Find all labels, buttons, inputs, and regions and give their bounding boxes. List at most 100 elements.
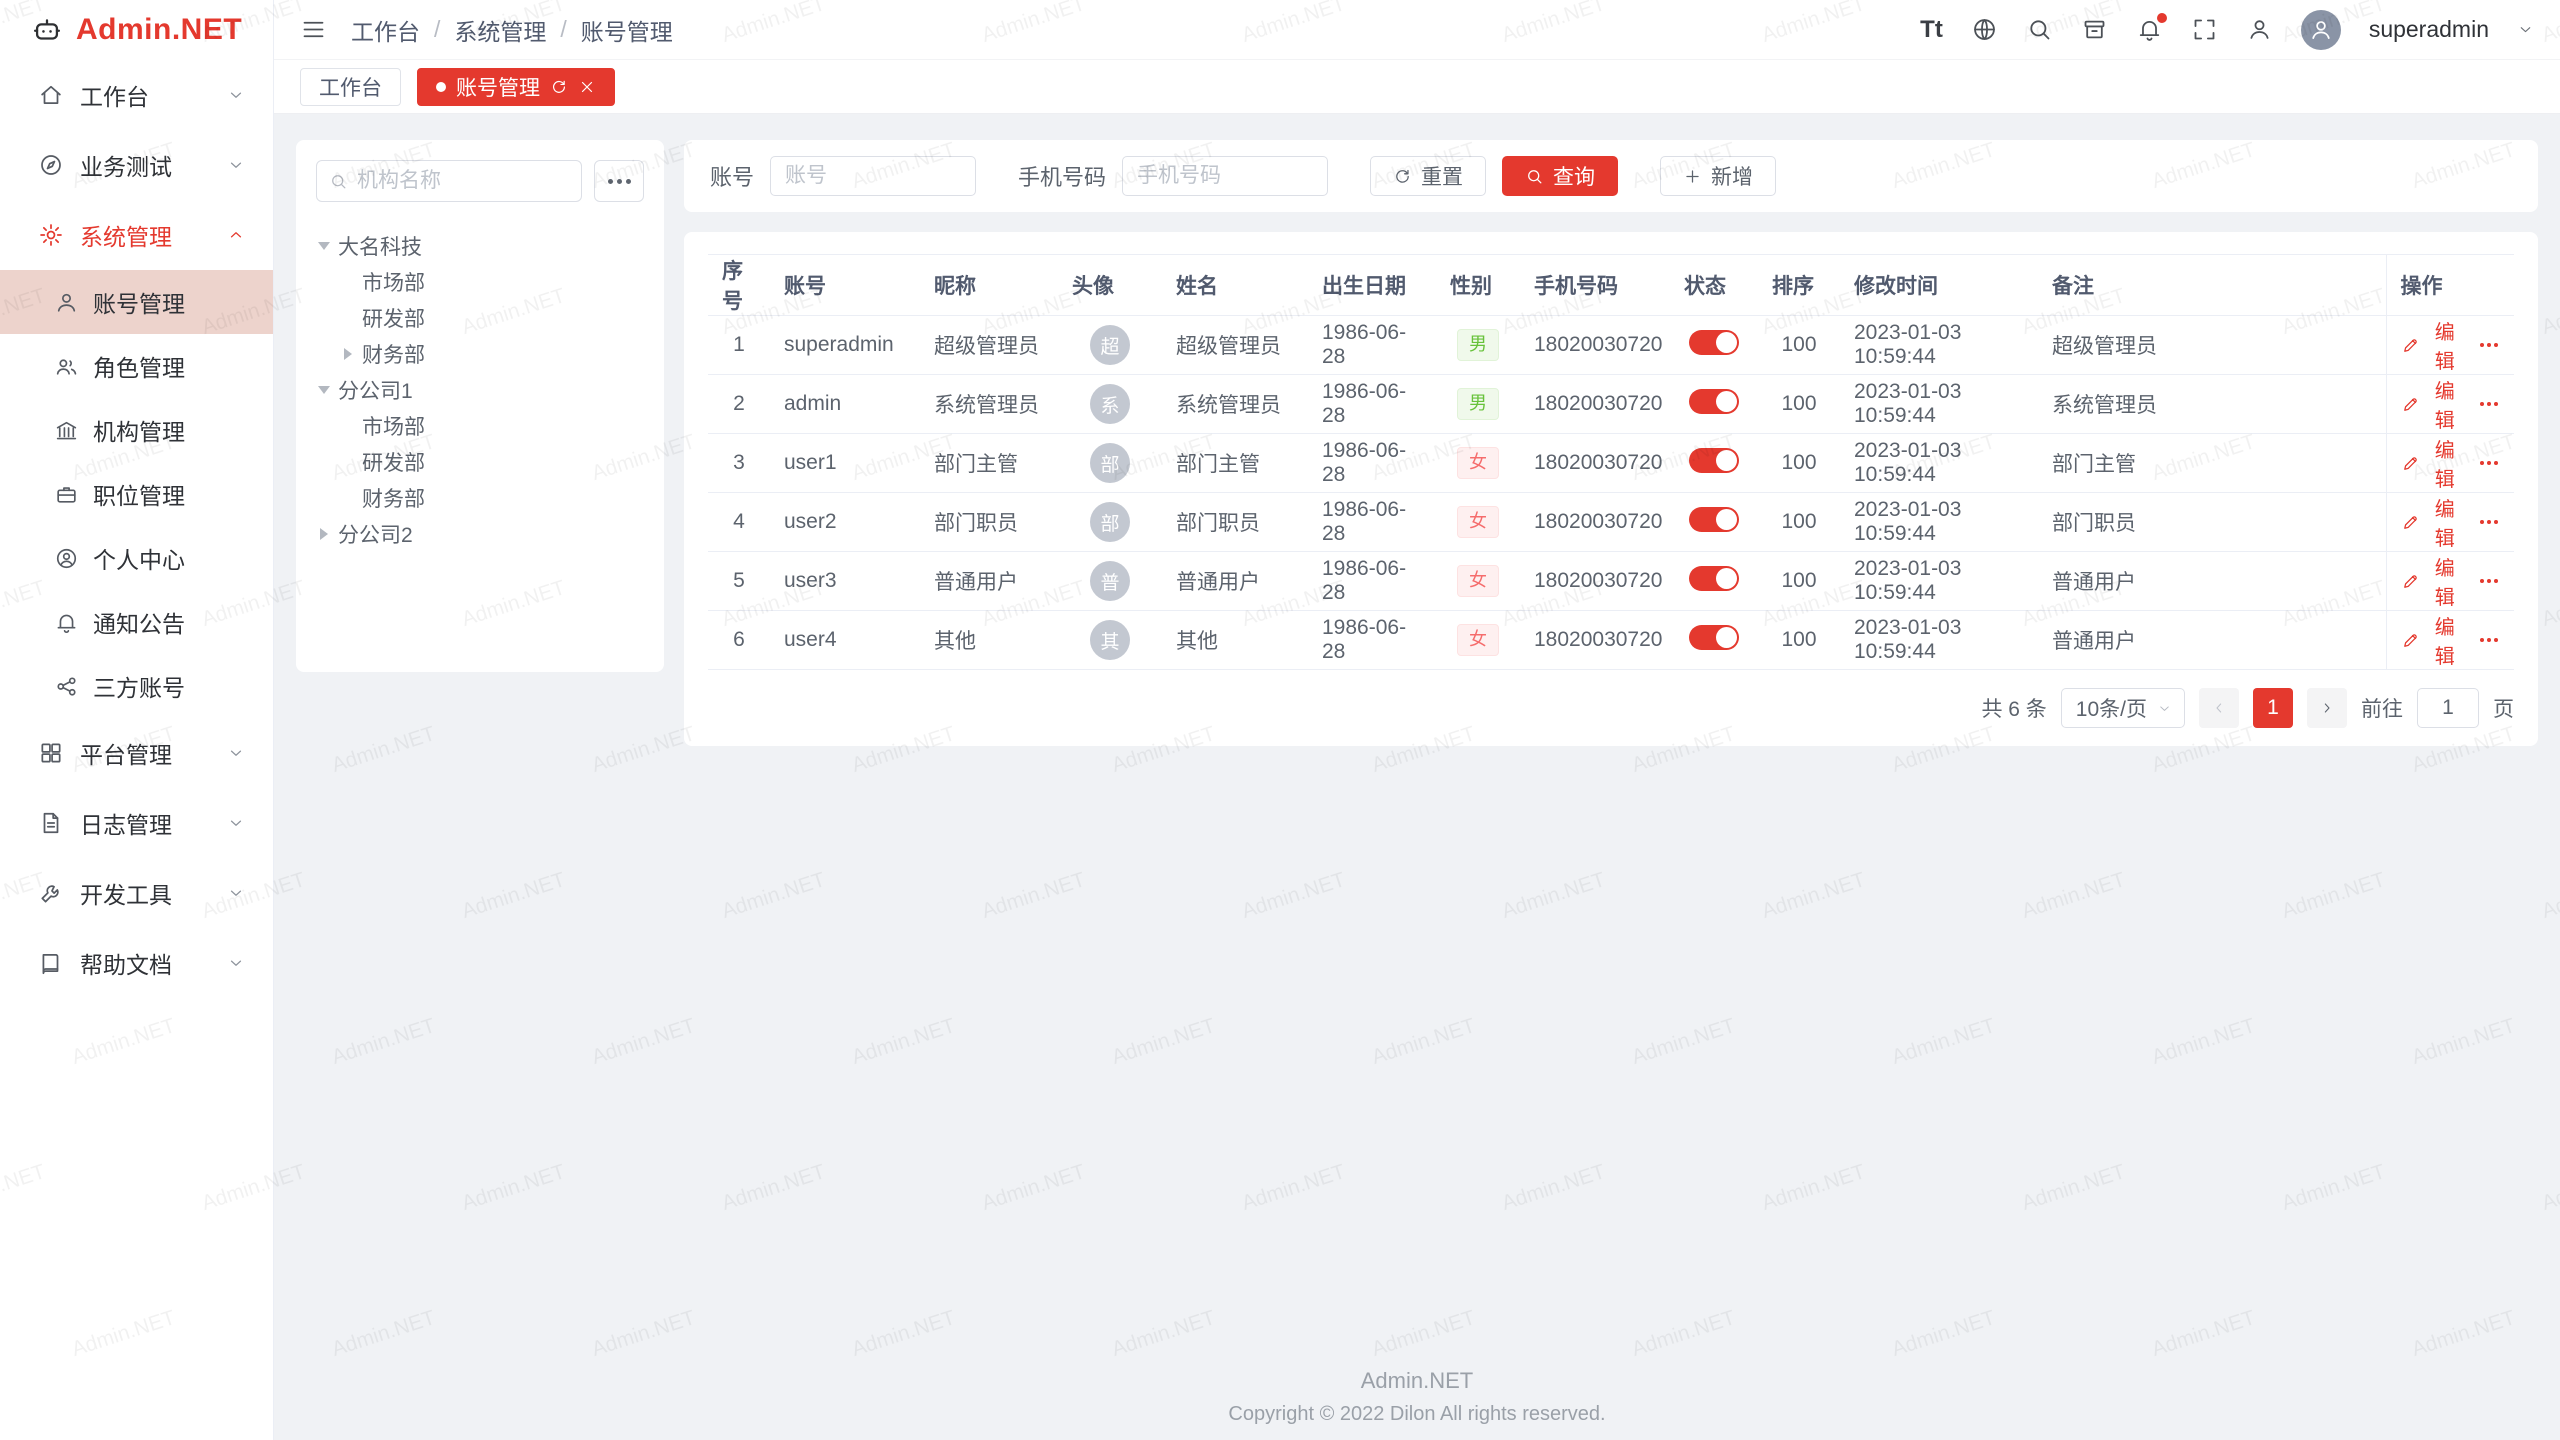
search-icon[interactable] [2026, 16, 2053, 43]
page-number-button[interactable]: 1 [2253, 688, 2293, 728]
sidebar-subitem-position-management[interactable]: 职位管理 [0, 462, 273, 526]
next-page-button[interactable] [2307, 688, 2347, 728]
cell-phone: 18020030720 [1520, 493, 1670, 552]
toggle-knob [1716, 509, 1737, 530]
tab-label: 账号管理 [456, 72, 540, 102]
status-toggle[interactable] [1689, 566, 1739, 591]
edit-button[interactable]: 编辑 [2401, 316, 2465, 374]
sidebar-item-workbench[interactable]: 工作台 [0, 60, 273, 130]
breadcrumb-item[interactable]: 工作台 [351, 13, 420, 47]
org-search-input[interactable] [357, 169, 569, 193]
tree-node[interactable]: 市场部 [316, 408, 644, 444]
refresh-icon[interactable] [550, 78, 568, 96]
more-actions-icon[interactable] [2478, 398, 2500, 410]
cell-avatar: 其 [1058, 611, 1162, 670]
cell-birth: 1986-06-28 [1308, 611, 1436, 670]
row-actions: 编辑 [2401, 611, 2501, 669]
sidebar-subitem-profile-center[interactable]: 个人中心 [0, 526, 273, 590]
tree-node[interactable]: 研发部 [316, 300, 644, 336]
cell-index: 4 [708, 493, 770, 552]
status-toggle[interactable] [1689, 507, 1739, 532]
tree-node-label: 分公司1 [338, 375, 413, 405]
row-actions: 编辑 [2401, 375, 2501, 433]
sidebar-item-platform-management[interactable]: 平台管理 [0, 718, 273, 788]
more-actions-icon[interactable] [2478, 634, 2500, 646]
chevron-down-icon [2157, 701, 2172, 716]
log-icon [38, 810, 64, 836]
reset-button[interactable]: 重置 [1370, 156, 1486, 196]
sidebar-subitem-org-management[interactable]: 机构管理 [0, 398, 273, 462]
status-toggle[interactable] [1689, 448, 1739, 473]
username[interactable]: superadmin [2369, 16, 2489, 43]
tree-node[interactable]: 分公司1 [316, 372, 644, 408]
sidebar-subitem-notice[interactable]: 通知公告 [0, 590, 273, 654]
tree-node[interactable]: 财务部 [316, 336, 644, 372]
more-actions-icon[interactable] [2478, 339, 2500, 351]
tree-node[interactable]: 分公司2 [316, 516, 644, 552]
breadcrumb-item[interactable]: 系统管理 [454, 13, 546, 47]
tab-workbench[interactable]: 工作台 [300, 68, 401, 106]
tree-caret-icon [344, 348, 352, 360]
search-icon [1525, 167, 1544, 186]
more-actions-icon[interactable] [2478, 457, 2500, 469]
sidebar-item-dev-tools[interactable]: 开发工具 [0, 858, 273, 928]
edit-icon [2401, 513, 2420, 532]
search-button[interactable]: 查询 [1502, 156, 1618, 196]
sidebar-item-help-docs[interactable]: 帮助文档 [0, 928, 273, 998]
cell-status [1670, 434, 1758, 493]
cell-phone: 18020030720 [1520, 611, 1670, 670]
status-toggle[interactable] [1689, 330, 1739, 355]
tree-node[interactable]: 研发部 [316, 444, 644, 480]
chevron-down-icon [227, 884, 245, 902]
more-actions-icon[interactable] [2478, 575, 2500, 587]
sidebar-subitem-third-party-account[interactable]: 三方账号 [0, 654, 273, 718]
more-actions-icon[interactable] [2478, 516, 2500, 528]
phone-input[interactable] [1122, 156, 1328, 196]
sidebar-item-log-management[interactable]: 日志管理 [0, 788, 273, 858]
tree-node[interactable]: 市场部 [316, 264, 644, 300]
fullscreen-icon[interactable] [2191, 16, 2218, 43]
edit-button[interactable]: 编辑 [2401, 552, 2465, 610]
tab-account-management[interactable]: 账号管理 [417, 68, 615, 106]
edit-button[interactable]: 编辑 [2401, 493, 2465, 551]
org-tree-panel: 大名科技市场部研发部财务部分公司1市场部研发部财务部分公司2 [296, 140, 664, 672]
close-icon[interactable] [578, 78, 596, 96]
status-toggle[interactable] [1689, 389, 1739, 414]
position-icon [54, 482, 79, 507]
account-input[interactable] [770, 156, 976, 196]
sidebar-subitem-account-management[interactable]: 账号管理 [0, 270, 273, 334]
add-button[interactable]: 新增 [1660, 156, 1776, 196]
col-header-account: 账号 [770, 255, 920, 316]
user-icon[interactable] [2246, 16, 2273, 43]
tree-node[interactable]: 大名科技 [316, 228, 644, 264]
avatar[interactable] [2301, 10, 2341, 50]
topbar: 工作台/系统管理/账号管理 Tt [274, 0, 2560, 60]
cell-order: 100 [1758, 316, 1840, 375]
status-toggle[interactable] [1689, 625, 1739, 650]
edit-button[interactable]: 编辑 [2401, 375, 2465, 433]
cell-account: superadmin [770, 316, 920, 375]
edit-button[interactable]: 编辑 [2401, 611, 2465, 669]
menu-collapse-icon[interactable] [300, 16, 327, 43]
sidebar-subitem-role-management[interactable]: 角色管理 [0, 334, 273, 398]
page-size-select[interactable]: 10条/页 [2061, 688, 2185, 728]
org-more-button[interactable] [594, 160, 644, 202]
tree-node[interactable]: 财务部 [316, 480, 644, 516]
notification-bell-icon[interactable] [2136, 16, 2163, 43]
breadcrumb-item: 账号管理 [581, 13, 673, 47]
component-icon[interactable] [2081, 16, 2108, 43]
sidebar-item-system-management[interactable]: 系统管理 [0, 200, 273, 270]
gender-badge: 男 [1457, 388, 1499, 419]
goto-page-input[interactable] [2417, 688, 2479, 728]
font-size-icon[interactable]: Tt [1920, 16, 1943, 43]
prev-page-button[interactable] [2199, 688, 2239, 728]
edit-button[interactable]: 编辑 [2401, 434, 2465, 492]
sidebar-item-business-test[interactable]: 业务测试 [0, 130, 273, 200]
edit-icon [2401, 631, 2420, 650]
table-header-row: 序号账号昵称头像姓名出生日期性别手机号码状态排序修改时间备注操作 [708, 255, 2514, 316]
home-icon [38, 82, 64, 108]
col-header-phone: 手机号码 [1520, 255, 1670, 316]
globe-icon[interactable] [1971, 16, 1998, 43]
cell-modified: 2023-01-03 10:59:44 [1840, 493, 2038, 552]
cell-gender: 男 [1436, 375, 1520, 434]
